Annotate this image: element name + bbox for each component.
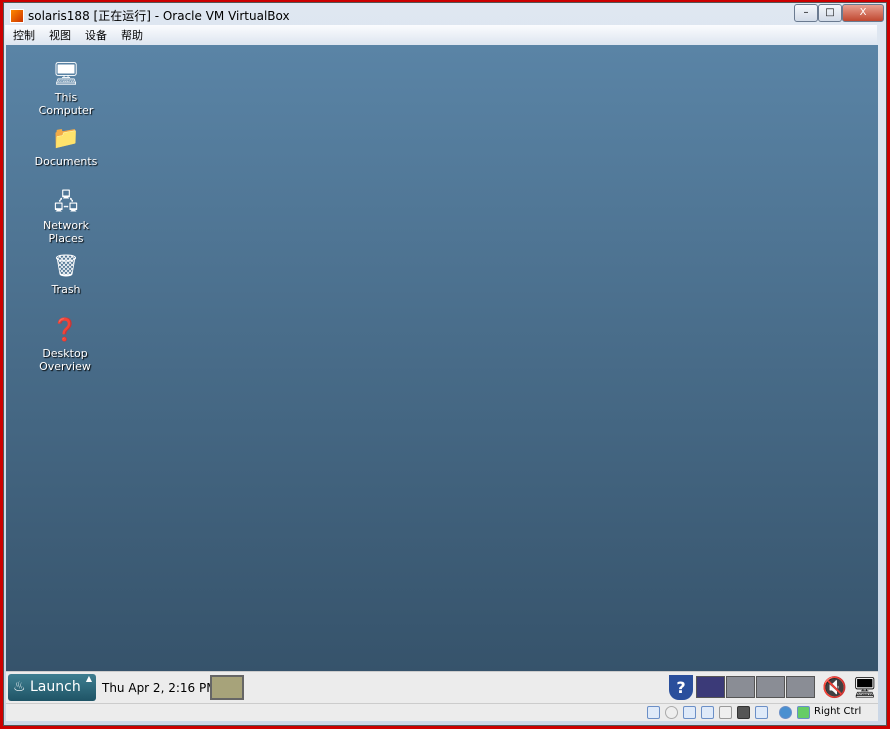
java-icon: ♨ <box>13 679 26 695</box>
icon-label: Trash <box>51 283 81 296</box>
workspace-4[interactable] <box>786 676 815 698</box>
computer-icon: 🖥 <box>52 62 80 87</box>
desktop-icon-documents[interactable]: 📁 Documents <box>26 125 106 168</box>
menu-control[interactable]: 控制 <box>13 27 35 43</box>
usb-icon[interactable] <box>683 706 696 719</box>
trash-icon: 🗑 <box>52 254 80 279</box>
menu-help[interactable]: 帮助 <box>121 27 143 43</box>
window-title: solaris188 [正在运行] - Oracle VM VirtualBox <box>28 9 290 23</box>
icon-label: Desktop Overview <box>39 347 91 373</box>
desktop-icon-desktop-overview[interactable]: ❓ Desktop Overview <box>26 317 104 373</box>
virtualbox-icon <box>10 8 24 23</box>
clock[interactable]: Thu Apr 2, 2:16 PM <box>102 681 217 695</box>
guest-desktop[interactable]: 🖥 This Computer 📁 Documents 🖧 Network Place… <box>6 45 878 671</box>
workspace-1[interactable] <box>696 676 725 698</box>
virtualization-icon[interactable] <box>755 706 768 719</box>
desktop-icon-trash[interactable]: 🗑 Trash <box>26 253 106 296</box>
vm-status-bar: Right Ctrl <box>6 703 878 721</box>
icon-label: Documents <box>34 155 98 168</box>
network-monitor-icon[interactable]: 🖥 <box>852 675 877 699</box>
launch-label: Launch <box>30 679 81 695</box>
network-adapter-icon[interactable] <box>701 706 714 719</box>
host-key-icon <box>797 706 810 719</box>
menu-devices[interactable]: 设备 <box>85 27 107 43</box>
show-desktop-button[interactable] <box>210 675 244 700</box>
host-key-label: Right Ctrl <box>814 706 862 717</box>
optical-drive-icon[interactable] <box>665 706 678 719</box>
arrow-up-icon: ▲ <box>85 674 92 683</box>
guest-panel: ♨ Launch ▲ Thu Apr 2, 2:16 PM ? 🔇 🖥 <box>6 671 878 703</box>
desktop-icon-network-places[interactable]: 🖧 Network Places <box>26 189 106 245</box>
network-icon: 🖧 <box>53 190 79 215</box>
menu-bar: 控制 视图 设备 帮助 <box>5 25 877 45</box>
menu-view[interactable]: 视图 <box>49 27 71 43</box>
workspace-3[interactable] <box>756 676 785 698</box>
maximize-button[interactable]: □ <box>818 4 842 22</box>
volume-muted-icon[interactable]: 🔇 <box>822 675 847 699</box>
help-icon: ❓ <box>51 318 79 343</box>
desktop-icon-this-computer[interactable]: 🖥 This Computer <box>26 61 106 117</box>
launch-button[interactable]: ♨ Launch ▲ <box>8 674 96 701</box>
video-capture-icon[interactable] <box>737 706 750 719</box>
mouse-integration-icon[interactable] <box>779 706 792 719</box>
workspace-2[interactable] <box>726 676 755 698</box>
icon-label: Network Places <box>43 219 89 245</box>
minimize-button[interactable]: – <box>794 4 818 22</box>
shared-folders-icon[interactable] <box>719 706 732 719</box>
title-bar: solaris188 [正在运行] - Oracle VM VirtualBox <box>10 7 290 24</box>
close-button[interactable]: X <box>842 4 884 22</box>
help-shield-icon[interactable]: ? <box>669 675 693 700</box>
hard-disk-icon[interactable] <box>647 706 660 719</box>
icon-label: This Computer <box>38 91 94 117</box>
folder-icon: 📁 <box>52 126 80 151</box>
